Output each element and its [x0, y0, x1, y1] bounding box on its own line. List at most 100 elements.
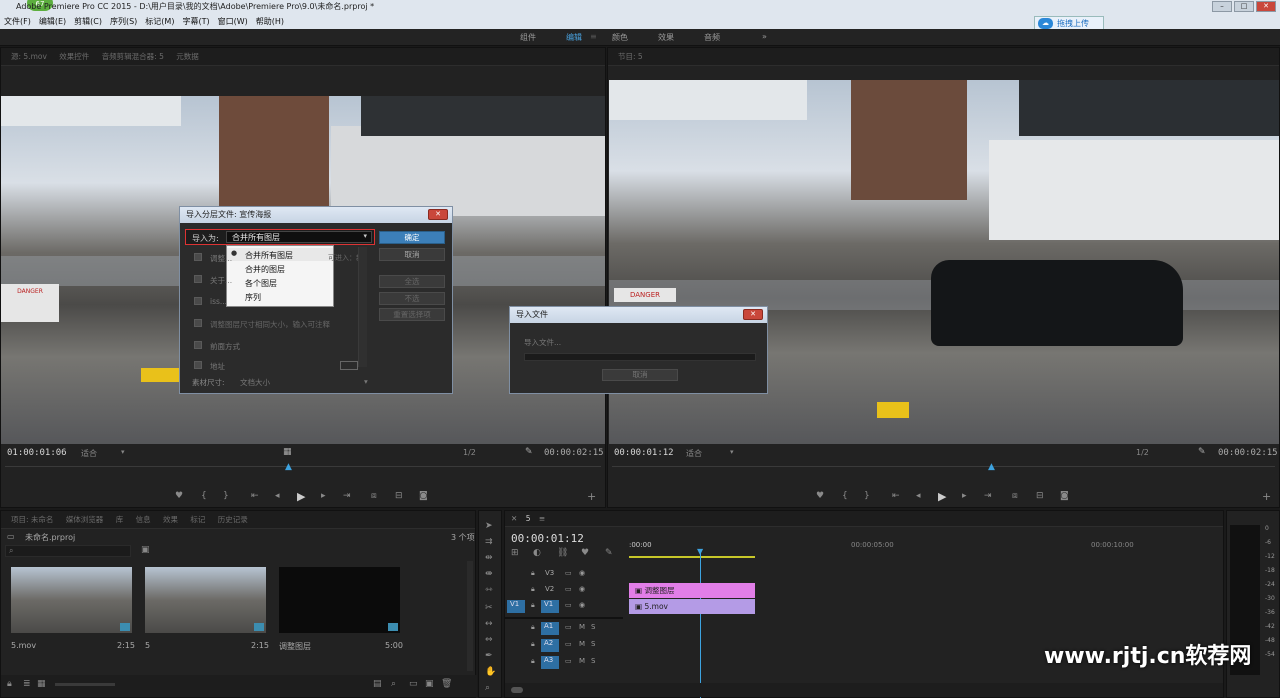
import-cancel-button[interactable]: 取消	[602, 369, 678, 381]
import-file-close-button[interactable]: ✕	[743, 309, 763, 320]
footage-size-select[interactable]: 文档大小	[240, 377, 270, 388]
tab-sequence[interactable]: 5	[526, 514, 531, 523]
track-name[interactable]: A1	[541, 622, 559, 635]
menu-edit[interactable]: 编辑(E)	[39, 14, 66, 29]
layer-checkbox[interactable]	[194, 341, 202, 349]
selection-tool-icon[interactable]: ➤	[485, 521, 493, 531]
project-scrollbar[interactable]	[467, 561, 473, 671]
play-icon[interactable]: ▶	[297, 490, 305, 503]
minimize-button[interactable]: –	[1212, 1, 1232, 12]
snap-icon[interactable]: ◐	[533, 548, 541, 558]
sync-lock-icon[interactable]: ▭	[565, 569, 572, 577]
workspace-menu-icon[interactable]: ≡	[590, 32, 597, 41]
automate-icon[interactable]: ▤	[373, 679, 382, 689]
tab-markers[interactable]: 标记	[190, 515, 205, 524]
layer-checkbox[interactable]	[194, 361, 202, 369]
marker-icon[interactable]: ♥	[175, 491, 183, 501]
source-patch-v1[interactable]: V1	[507, 600, 525, 613]
workspace-effects[interactable]: 效果	[658, 32, 674, 43]
settings-icon[interactable]: ▦	[283, 447, 292, 457]
cancel-button[interactable]: 取消	[379, 248, 445, 261]
camera-icon[interactable]: ◙	[419, 491, 428, 501]
extract-icon[interactable]: ⊟	[1036, 491, 1044, 501]
add-button-icon[interactable]: +	[1262, 490, 1271, 503]
step-back-icon[interactable]: ◂	[275, 491, 280, 501]
layer-list-scrollbar[interactable]	[358, 247, 367, 367]
chevron-down-icon[interactable]: ▾	[121, 448, 125, 456]
tab-media-browser[interactable]: 媒体浏览器	[66, 515, 104, 524]
solo-icon[interactable]: S	[591, 623, 595, 631]
scroll-handle[interactable]	[511, 687, 523, 693]
menu-clip[interactable]: 剪辑(C)	[74, 14, 102, 29]
track-name[interactable]: V1	[541, 600, 559, 613]
menu-help[interactable]: 帮助(H)	[256, 14, 284, 29]
timeline-timecode[interactable]: 00:00:01:12	[511, 532, 584, 545]
clip-5-mov[interactable]: ▣ 5.mov	[629, 599, 755, 614]
mute-icon[interactable]: M	[579, 640, 585, 648]
eye-icon[interactable]: ◉	[579, 585, 585, 593]
rate-stretch-icon[interactable]: ⇿	[485, 585, 493, 595]
menu-window[interactable]: 窗口(W)	[218, 14, 248, 29]
source-scrub-bar[interactable]	[5, 466, 601, 474]
tab-source[interactable]: 源: 5.mov	[11, 52, 47, 61]
wrench-icon[interactable]: ✎	[525, 447, 533, 457]
zoom-slider[interactable]	[55, 683, 115, 686]
wrench-icon[interactable]: ✎	[1198, 447, 1206, 457]
project-item-thumbnail[interactable]	[11, 567, 132, 633]
menu-file[interactable]: 文件(F)	[4, 14, 31, 29]
import-as-select[interactable]: 合并所有图层 ▾	[226, 231, 372, 243]
tab-effect-controls[interactable]: 效果控件	[59, 52, 89, 61]
tab-project[interactable]: 项目: 未命名	[11, 515, 53, 524]
rolling-edit-icon[interactable]: ⇼	[485, 569, 493, 579]
work-area-bar[interactable]	[629, 556, 755, 558]
tab-libraries[interactable]: 库	[116, 515, 124, 524]
reset-selection-button[interactable]: 重置选择项	[379, 308, 445, 321]
mark-out-icon[interactable]: }	[864, 491, 870, 501]
project-item-thumbnail[interactable]	[145, 567, 266, 633]
workspace-overflow[interactable]: »	[762, 32, 767, 41]
source-playhead[interactable]: ▲	[285, 462, 292, 472]
sync-lock-icon[interactable]: ▭	[565, 585, 572, 593]
layer-checkbox[interactable]	[194, 253, 202, 261]
slide-icon[interactable]: ⇔	[485, 635, 493, 645]
camera-icon[interactable]: ◙	[1060, 491, 1069, 501]
mark-out-icon[interactable]: }	[223, 491, 229, 501]
linked-selection-icon[interactable]: ⛓	[557, 548, 568, 558]
sync-lock-icon[interactable]: ▭	[565, 657, 572, 665]
list-view-icon[interactable]: ≣	[23, 679, 31, 689]
option-individual-layers[interactable]: 各个图层	[245, 278, 277, 289]
lock-icon[interactable]: 🔒︎	[531, 601, 535, 610]
dialog-close-button[interactable]: ✕	[428, 209, 448, 220]
option-merged-layers[interactable]: 合并的图层	[245, 264, 285, 275]
select-all-button[interactable]: 全选	[379, 275, 445, 288]
layer-checkbox[interactable]	[194, 319, 202, 327]
overwrite-icon[interactable]: ⊟	[395, 491, 403, 501]
solo-icon[interactable]: S	[591, 640, 595, 648]
tab-history[interactable]: 历史记录	[218, 515, 248, 524]
program-timecode-in[interactable]: 00:00:01:12	[614, 448, 674, 458]
tab-audio-clip-mixer[interactable]: 音频剪辑混合器: 5	[102, 52, 164, 61]
add-button-icon[interactable]: +	[587, 490, 596, 503]
mark-in-icon[interactable]: {	[842, 491, 848, 501]
tab-info[interactable]: 信息	[136, 515, 151, 524]
project-item-thumbnail[interactable]	[279, 567, 400, 633]
tab-menu-icon[interactable]: ≡	[539, 514, 545, 523]
eye-icon[interactable]: ◉	[579, 601, 585, 609]
hand-icon[interactable]: ✋	[485, 667, 496, 677]
sync-lock-icon[interactable]: ▭	[565, 601, 572, 609]
menu-title[interactable]: 字幕(T)	[182, 14, 209, 29]
go-to-in-icon[interactable]: ⇤	[892, 491, 900, 501]
ripple-edit-icon[interactable]: ⇹	[485, 553, 493, 563]
go-to-out-icon[interactable]: ⇥	[343, 491, 351, 501]
step-forward-icon[interactable]: ▸	[321, 491, 326, 501]
insert-icon[interactable]: ⧈	[371, 491, 377, 501]
workspace-audio[interactable]: 音频	[704, 32, 720, 43]
zoom-icon[interactable]: ⌕	[485, 683, 490, 693]
option-sequence[interactable]: 序列	[245, 292, 261, 303]
slip-icon[interactable]: ↔	[485, 619, 493, 629]
lock-icon[interactable]: 🔒︎	[7, 679, 12, 689]
timeline-playhead[interactable]	[700, 550, 701, 698]
go-to-in-icon[interactable]: ⇤	[251, 491, 259, 501]
lock-icon[interactable]: 🔒︎	[531, 640, 535, 649]
step-forward-icon[interactable]: ▸	[962, 491, 967, 501]
